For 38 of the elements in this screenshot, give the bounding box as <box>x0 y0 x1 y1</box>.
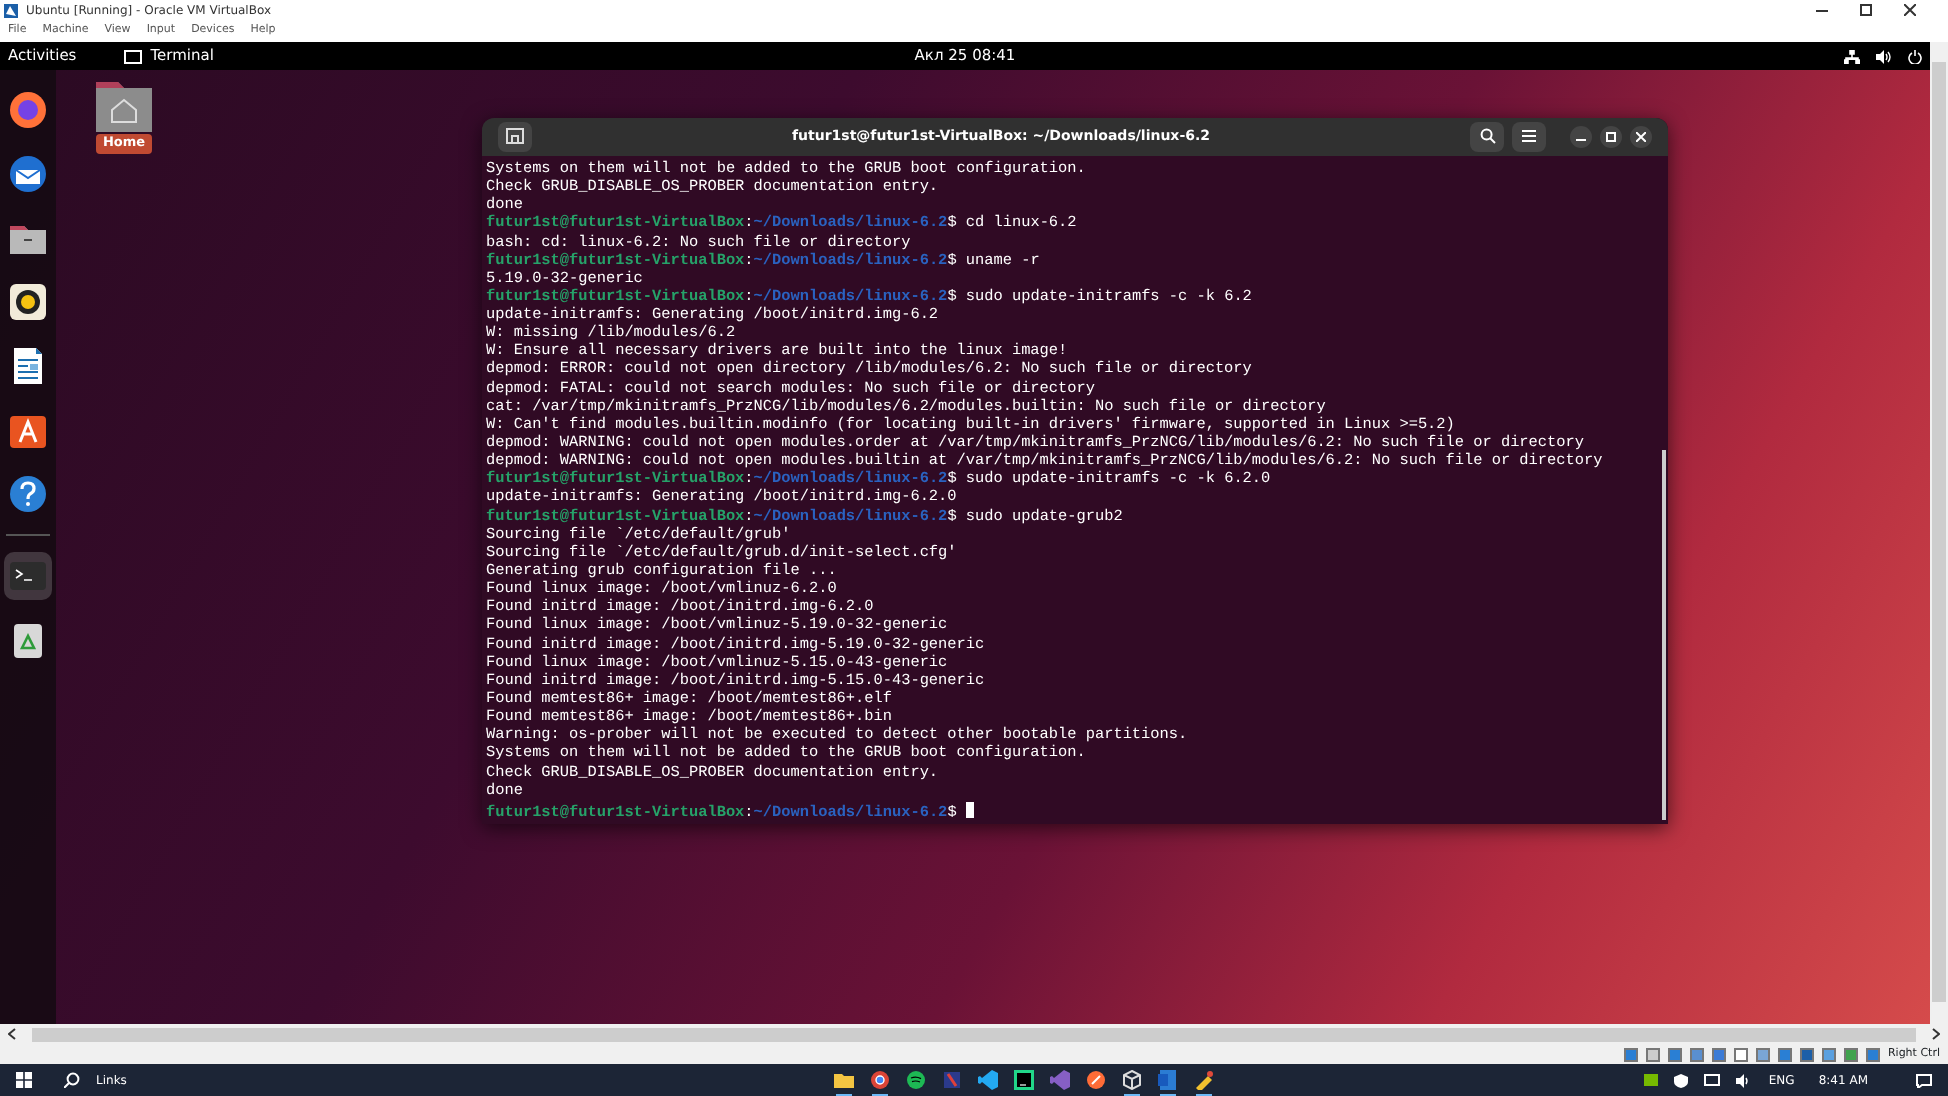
cube-icon[interactable] <box>1118 1064 1147 1096</box>
volume-icon[interactable] <box>1876 49 1892 63</box>
monitor-icon[interactable] <box>1704 1073 1721 1087</box>
windows-start-icon[interactable] <box>16 1072 32 1088</box>
maximize-button[interactable] <box>1600 125 1622 148</box>
scroll-left-icon[interactable] <box>8 1028 16 1040</box>
search-icon <box>1479 128 1495 145</box>
tab-icon <box>506 128 524 145</box>
terminal-icon <box>124 49 143 63</box>
network-icon[interactable] <box>1844 49 1860 63</box>
scroll-right-icon[interactable] <box>1932 1028 1940 1040</box>
minimize-icon[interactable] <box>1816 9 1828 11</box>
minimize-button[interactable] <box>1570 125 1592 148</box>
close-icon[interactable] <box>1904 4 1916 16</box>
app-icon[interactable] <box>1010 1064 1039 1096</box>
scrollbar-thumb[interactable] <box>1932 62 1946 1002</box>
power-icon[interactable] <box>1908 49 1922 63</box>
dock-item[interactable] <box>4 470 52 518</box>
maximize-icon[interactable] <box>1860 4 1872 16</box>
gpu-icon[interactable] <box>1644 1074 1659 1086</box>
close-button[interactable] <box>1630 125 1652 148</box>
maximize-icon <box>1606 131 1616 142</box>
new-tab-button[interactable] <box>498 121 532 152</box>
close-icon <box>1636 131 1646 142</box>
search-button[interactable] <box>1470 121 1504 152</box>
menu-icon <box>1522 130 1536 143</box>
dock-item[interactable] <box>4 278 52 326</box>
volume-icon[interactable] <box>1736 1073 1753 1087</box>
search-icon[interactable] <box>64 1072 80 1088</box>
scrollbar-thumb[interactable] <box>32 1027 1916 1041</box>
shield-icon[interactable] <box>1674 1073 1689 1087</box>
dock-item[interactable] <box>4 150 52 198</box>
menu-button[interactable] <box>1512 121 1546 152</box>
home-folder-icon[interactable] <box>94 78 154 134</box>
code-editor-icon[interactable] <box>974 1064 1003 1096</box>
dock-item[interactable] <box>4 86 52 134</box>
scrollbar-thumb[interactable] <box>1662 450 1666 820</box>
notification-icon[interactable] <box>1916 1073 1932 1087</box>
